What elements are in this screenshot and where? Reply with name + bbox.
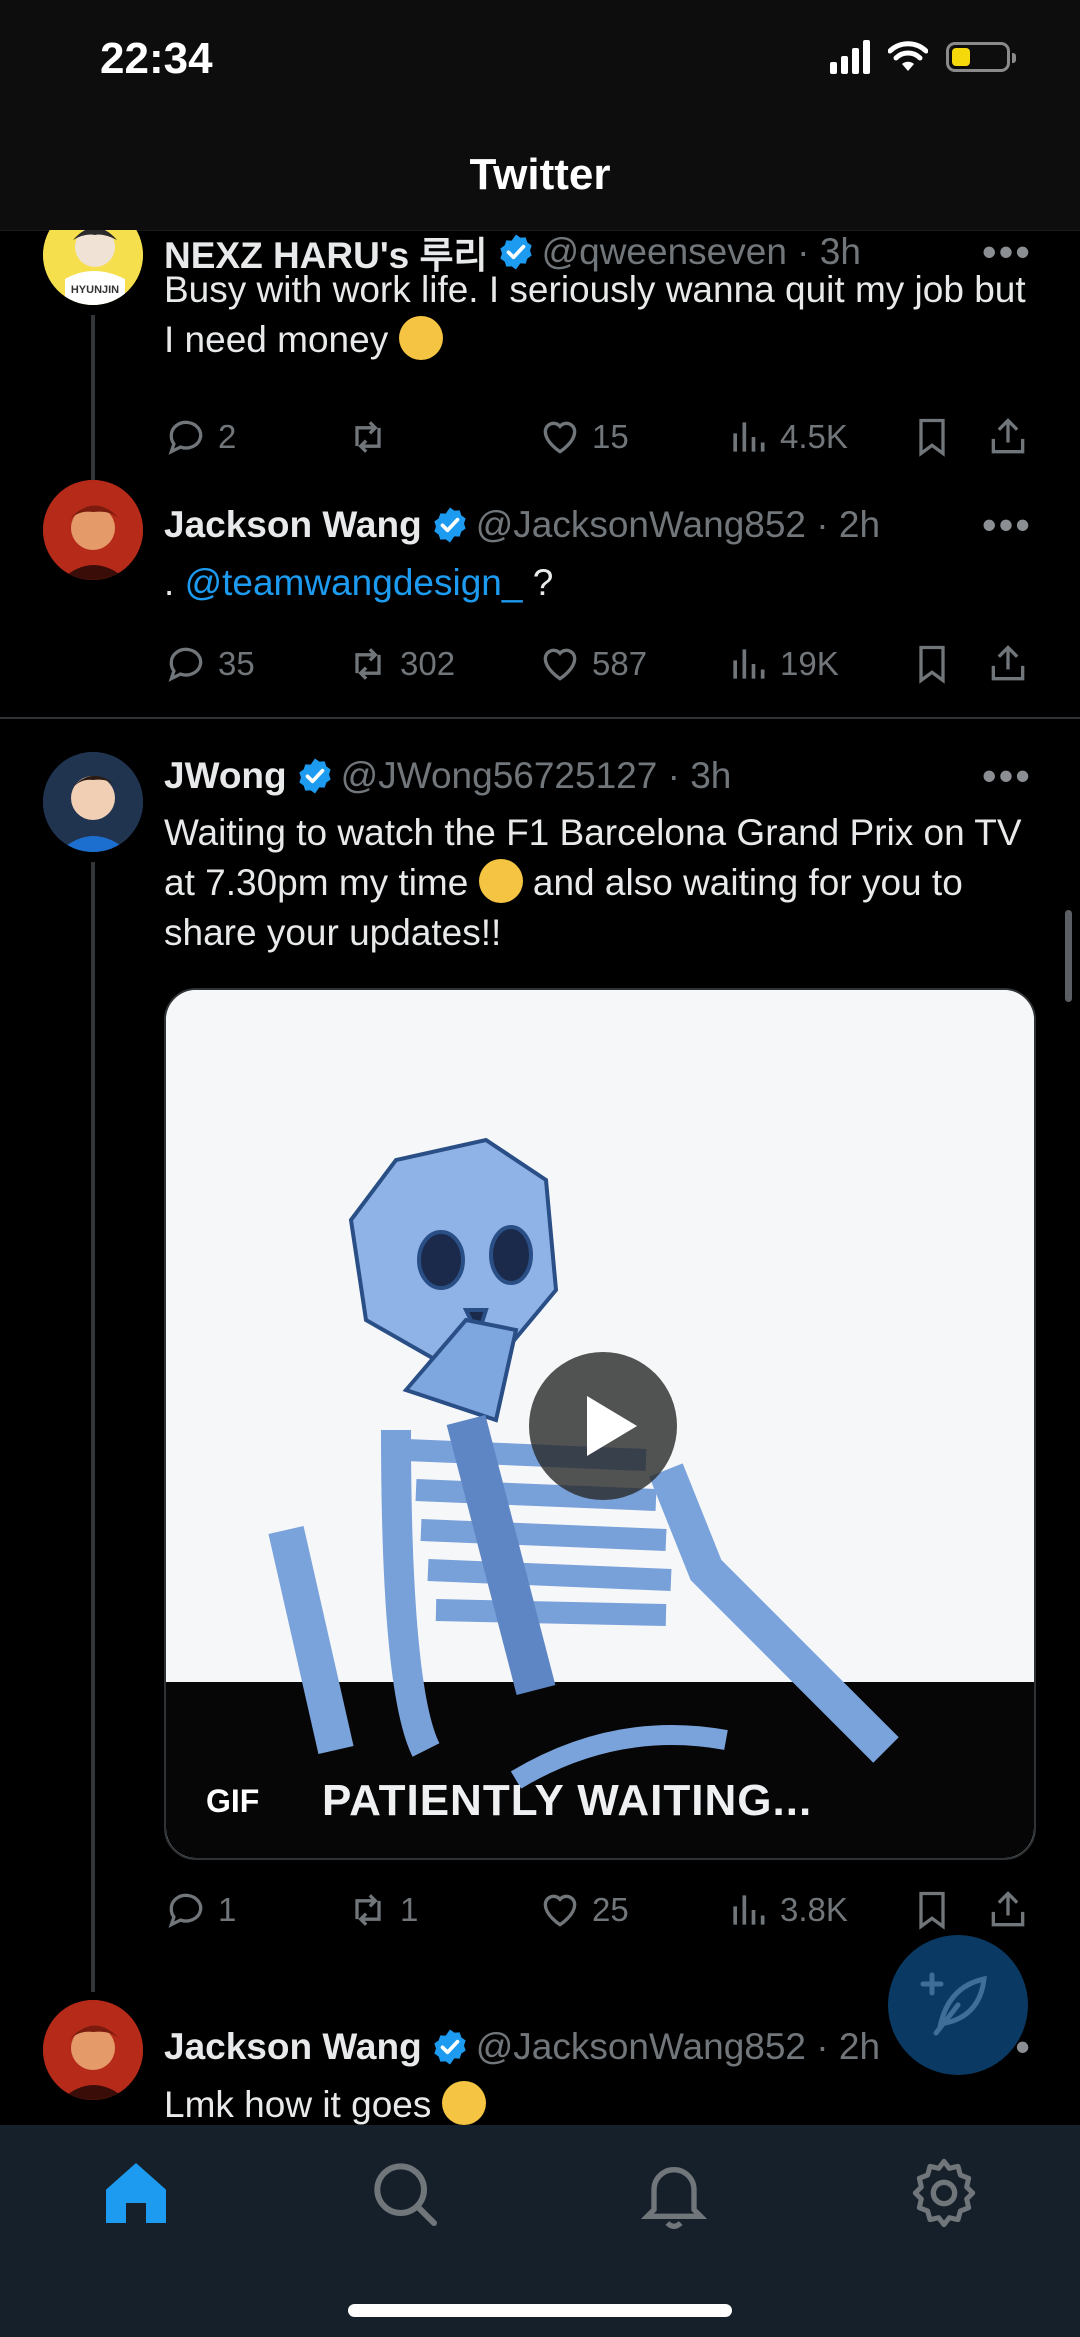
hand-over-mouth-emoji [478, 859, 523, 903]
share-button[interactable] [986, 1888, 1030, 1932]
status-icons [830, 40, 1016, 74]
tweet-header: JWong @JWong56725127 · 3h ••• [164, 752, 1040, 800]
tab-search[interactable] [364, 2153, 444, 2233]
tweet-3[interactable]: JWong @JWong56725127 · 3h ••• Waiting to… [0, 230, 1080, 1992]
wifi-icon [888, 41, 928, 71]
views-chart-icon [733, 1895, 765, 1925]
bookmark-button[interactable] [910, 1888, 954, 1932]
gif-caption: PATIENTLY WAITING... [322, 1776, 813, 1825]
tab-settings[interactable] [904, 2153, 984, 2233]
more-options-icon[interactable]: ••• [982, 752, 1032, 800]
like-button[interactable]: 25 [538, 1888, 629, 1932]
handle-timestamp: @JacksonWang852 · 2h [475, 2026, 881, 2067]
timeline-feed[interactable]: HYUNJIN NEXZ HARU's 루리 @qweenseven · 3h … [0, 230, 1080, 2125]
cellular-signal-icon [830, 40, 870, 74]
heart-icon [543, 1894, 577, 1927]
display-name[interactable]: Jackson Wang [164, 2026, 422, 2068]
status-time: 22:34 [100, 34, 213, 83]
play-button[interactable] [529, 1352, 677, 1500]
handle-timestamp: @JWong56725127 · 3h [340, 755, 732, 796]
home-indicator [348, 2304, 732, 2317]
avatar[interactable] [43, 2000, 143, 2100]
gif-media[interactable]: GIF PATIENTLY WAITING... [164, 988, 1036, 1860]
compose-feather-icon [920, 1972, 987, 2036]
tweet-text: Waiting to watch the F1 Barcelona Grand … [164, 812, 1022, 953]
avatar-image [43, 2000, 143, 2100]
gif-badge: GIF [206, 1783, 260, 1819]
views-button[interactable]: 3.8K [726, 1888, 848, 1932]
share-icon [991, 1891, 1025, 1927]
tab-notifications[interactable] [634, 2153, 714, 2233]
avatar[interactable] [43, 752, 143, 852]
gear-icon [912, 2158, 976, 2228]
verified-badge-icon [298, 758, 331, 794]
display-name[interactable]: JWong [164, 755, 287, 797]
retweet-button[interactable]: 1 [346, 1888, 418, 1932]
battery-icon [946, 42, 1016, 72]
bell-icon [640, 2167, 708, 2229]
play-icon [587, 1396, 637, 1456]
bookmark-icon [919, 1891, 945, 1930]
scrollbar[interactable] [1065, 910, 1072, 1002]
reply-button[interactable]: 1 [164, 1888, 236, 1932]
search-icon [374, 2163, 437, 2226]
tab-home[interactable] [96, 2153, 176, 2233]
avatar-image [43, 752, 143, 852]
thinking-face-emoji [441, 2081, 486, 2125]
tweet-text: Lmk how it goes [164, 2080, 1044, 2125]
app-header: Twitter [0, 130, 1080, 231]
compose-tweet-button[interactable] [888, 1935, 1028, 2075]
verified-badge-icon [434, 2029, 466, 2065]
home-icon [106, 2163, 166, 2223]
thread-line [91, 862, 95, 1992]
retweet-icon [355, 1894, 381, 1926]
bottom-tab-bar [0, 2125, 1080, 2337]
app-title: Twitter [469, 150, 611, 199]
reply-icon [168, 1893, 203, 1928]
status-bar: 22:34 [0, 0, 1080, 130]
